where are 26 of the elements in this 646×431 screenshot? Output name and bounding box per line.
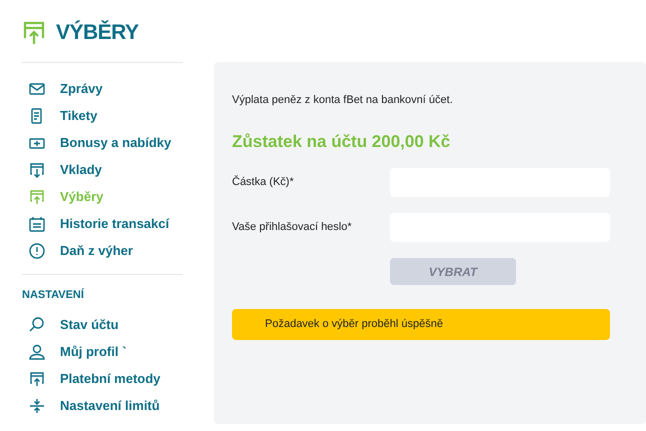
exclamation-icon bbox=[28, 242, 46, 260]
user-icon bbox=[28, 343, 46, 361]
card-arrow-icon bbox=[28, 188, 46, 206]
menu-item[interactable]: Historie transakcí bbox=[22, 210, 183, 237]
calculator-icon bbox=[28, 214, 46, 232]
balance-text: Zůstatek na účtu 200,00 Kč bbox=[232, 130, 452, 152]
field-label: Částka (Kč)* bbox=[232, 174, 295, 190]
page-title: VÝBĚRY bbox=[56, 19, 138, 46]
search-icon bbox=[28, 316, 46, 334]
section-heading: NASTAVENÍ bbox=[22, 287, 86, 303]
card-arrow-icon bbox=[22, 20, 46, 46]
menu-item[interactable]: Bonusy a nabídky bbox=[22, 129, 183, 156]
menu-item[interactable]: Stav účtu bbox=[22, 312, 183, 338]
menu-item[interactable]: Platební metody bbox=[22, 366, 183, 392]
menu-item[interactable]: Tikety bbox=[22, 102, 183, 129]
compress-icon bbox=[28, 397, 46, 415]
menu-item[interactable]: Nastavení limitů bbox=[22, 392, 183, 420]
card-arrow-icon bbox=[28, 370, 46, 388]
menu-item[interactable]: Daň z výher bbox=[22, 237, 183, 264]
menu-item[interactable]: Vklady bbox=[22, 156, 183, 183]
field-label: Vaše přihlašovací heslo* bbox=[232, 220, 353, 236]
success-alert: Požadavek o výběr proběhl úspěšně bbox=[232, 309, 610, 340]
menu-item[interactable]: Zprávy bbox=[22, 75, 183, 102]
menu-item[interactable]: Můj profil ` bbox=[22, 338, 183, 366]
intro-text: Výplata peněz z konta fBet na bankovní účet. bbox=[232, 93, 454, 108]
card-arrow-icon bbox=[28, 160, 46, 178]
